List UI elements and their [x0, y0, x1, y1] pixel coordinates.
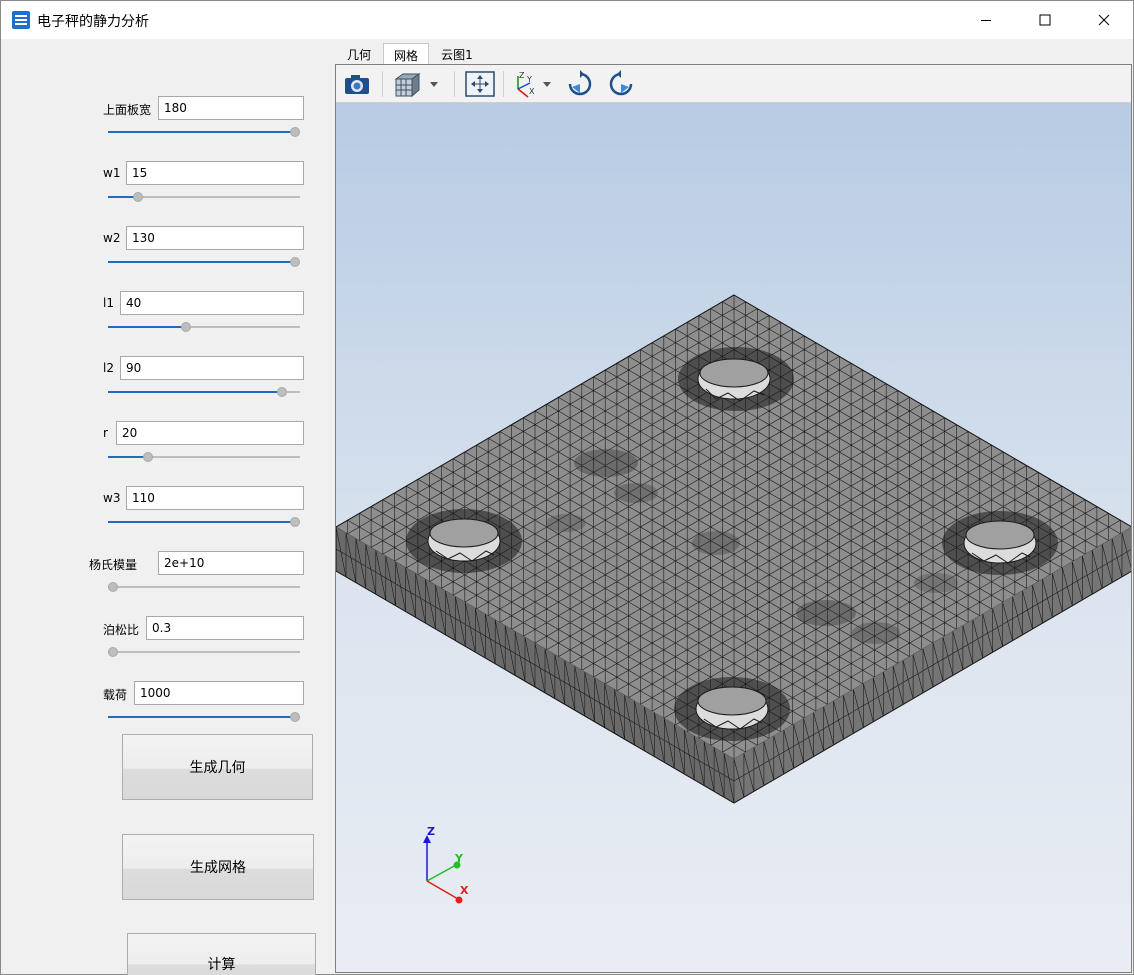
- param-label-poisson-ratio: 泊松比: [103, 623, 140, 637]
- close-icon: [1098, 14, 1110, 26]
- svg-text:X: X: [529, 87, 535, 96]
- panel-width-input[interactable]: [158, 96, 304, 120]
- support-boss-top: [678, 347, 794, 411]
- minimize-icon: [981, 20, 991, 21]
- y-axis-label: Y: [454, 852, 464, 865]
- x-axis-arrow: [455, 896, 463, 904]
- param-label-youngs-modulus: 杨氏模量: [89, 558, 138, 572]
- support-boss-right: [942, 511, 1058, 575]
- slider-handle[interactable]: [133, 192, 143, 202]
- slider-handle[interactable]: [290, 257, 300, 267]
- close-button[interactable]: [1081, 1, 1127, 39]
- y-axis-line: [426, 864, 457, 882]
- param-label-w3: w3: [103, 491, 121, 505]
- w3-input[interactable]: [126, 486, 304, 510]
- maximize-icon: [1039, 14, 1051, 26]
- panel-width-slider[interactable]: [108, 125, 300, 139]
- rotate-counterclockwise-button[interactable]: [606, 69, 636, 99]
- tab-mesh[interactable]: 网格: [383, 43, 429, 65]
- l1-input[interactable]: [120, 291, 304, 315]
- l2-input[interactable]: [120, 356, 304, 380]
- view-axes-icon: Z Y X: [517, 71, 535, 98]
- support-boss-bottom: [674, 677, 790, 741]
- slider-handle[interactable]: [290, 127, 300, 137]
- slider-handle[interactable]: [277, 387, 287, 397]
- w2-slider[interactable]: [108, 255, 300, 269]
- w2-input[interactable]: [126, 226, 304, 250]
- mesh-model: Z Y X: [336, 294, 1131, 904]
- rotate-clockwise-button[interactable]: [565, 69, 595, 99]
- tab-contour-1[interactable]: 云图1: [433, 43, 481, 65]
- slider-handle[interactable]: [108, 582, 118, 592]
- app-window: 电子秤的静力分析 上面板宽 w1 w2 l1 l2 r w3: [0, 0, 1134, 975]
- slider-handle[interactable]: [290, 712, 300, 722]
- generate-geometry-button[interactable]: 生成几何: [122, 734, 313, 800]
- slider-handle[interactable]: [108, 647, 118, 657]
- 3d-viewer[interactable]: Z Y X Z Y X: [335, 64, 1132, 973]
- param-label-r: r: [103, 426, 108, 440]
- minimize-button[interactable]: [963, 1, 1009, 39]
- slider-handle[interactable]: [290, 517, 300, 527]
- rotate-clockwise-icon: [568, 70, 592, 96]
- w1-input[interactable]: [126, 161, 304, 185]
- display-mode-cube-icon: [394, 73, 421, 98]
- screenshot-button[interactable]: [342, 69, 372, 99]
- window-title: 电子秤的静力分析: [37, 14, 149, 30]
- youngs-modulus-input[interactable]: [158, 551, 304, 575]
- title-bar[interactable]: 电子秤的静力分析: [1, 1, 1133, 39]
- view-axes-dropdown[interactable]: [541, 69, 553, 99]
- r-slider[interactable]: [108, 450, 300, 464]
- x-axis-label: X: [460, 884, 469, 897]
- fit-all-button[interactable]: [464, 69, 496, 99]
- param-label-l1: l1: [103, 296, 114, 310]
- param-label-w2: w2: [103, 231, 121, 245]
- display-mode-button[interactable]: [392, 69, 422, 99]
- l1-slider[interactable]: [108, 320, 300, 334]
- svg-text:Y: Y: [526, 75, 532, 84]
- param-label-panel-width: 上面板宽: [103, 103, 152, 117]
- w1-slider[interactable]: [108, 190, 300, 204]
- generate-mesh-button[interactable]: 生成网格: [122, 834, 314, 900]
- r-input[interactable]: [116, 421, 304, 445]
- w3-slider[interactable]: [108, 515, 300, 529]
- param-label-w1: w1: [103, 166, 121, 180]
- axis-triad: Z Y X: [423, 825, 469, 904]
- youngs-modulus-slider[interactable]: [108, 580, 300, 594]
- fit-all-icon: [465, 71, 495, 97]
- viewer-toolbar: Z Y X: [336, 65, 1131, 103]
- support-boss-left: [406, 509, 522, 573]
- tab-geometry[interactable]: 几何: [337, 43, 381, 65]
- rotate-counterclockwise-icon: [609, 70, 633, 96]
- view-axes-button[interactable]: Z Y X: [510, 69, 536, 99]
- app-logo-icon: [12, 11, 30, 29]
- camera-icon: [345, 75, 369, 94]
- dropdown-arrow-icon: [430, 82, 438, 87]
- dropdown-arrow-icon: [543, 82, 551, 87]
- viewport-canvas[interactable]: Z Y X: [336, 103, 1131, 972]
- param-label-l2: l2: [103, 361, 114, 375]
- svg-text:Z: Z: [519, 71, 525, 80]
- x-axis-line: [426, 880, 459, 900]
- l2-slider[interactable]: [108, 385, 300, 399]
- z-axis-label: Z: [427, 825, 435, 838]
- param-label-load: 载荷: [103, 688, 128, 702]
- load-input[interactable]: [134, 681, 304, 705]
- load-slider[interactable]: [108, 710, 300, 724]
- slider-handle[interactable]: [143, 452, 153, 462]
- slider-handle[interactable]: [181, 322, 191, 332]
- poisson-ratio-input[interactable]: [146, 616, 304, 640]
- compute-button-label: 计算: [207, 957, 236, 973]
- maximize-button[interactable]: [1022, 1, 1068, 39]
- poisson-ratio-slider[interactable]: [108, 645, 300, 659]
- display-mode-dropdown[interactable]: [428, 69, 440, 99]
- compute-button[interactable]: 计算: [127, 933, 316, 975]
